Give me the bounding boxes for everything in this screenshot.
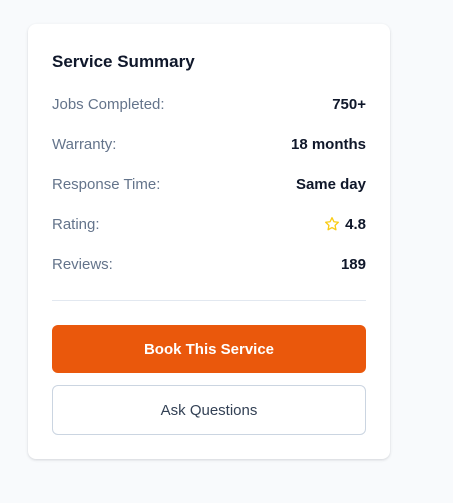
- row-value: 18 months: [291, 136, 366, 153]
- summary-row-rating: Rating: 4.8: [52, 204, 366, 244]
- jobs-completed-value: 750+: [332, 95, 366, 113]
- card-title: Service Summary: [52, 52, 195, 71]
- ask-questions-button[interactable]: Ask Questions: [52, 385, 366, 435]
- summary-row-reviews: Reviews: 189: [52, 244, 366, 284]
- rating-value: 4.8: [345, 215, 366, 233]
- summary-row-response-time: Response Time: Same day: [52, 164, 366, 204]
- row-value: 189: [341, 256, 366, 273]
- warranty-value: 18 months: [290, 135, 366, 153]
- row-label: Warranty:: [52, 135, 117, 153]
- row-label: Response Time:: [52, 175, 161, 193]
- reviews-value: 189: [340, 255, 366, 273]
- row-label: Rating:: [52, 215, 100, 233]
- summary-list: Jobs Completed: 750+ Warranty: 18 months…: [52, 84, 366, 284]
- divider: [52, 300, 366, 301]
- row-value: 750+: [332, 96, 366, 113]
- row-value: 4.8: [324, 216, 366, 233]
- summary-row-warranty: Warranty: 18 months: [52, 124, 366, 164]
- response-time-value: Same day: [295, 175, 366, 193]
- summary-row-jobs-completed: Jobs Completed: 750+: [52, 84, 366, 124]
- row-label: Reviews:: [52, 255, 113, 273]
- row-label: Jobs Completed:: [52, 95, 165, 113]
- star-outline-icon: [324, 216, 340, 232]
- service-summary-card: Service Summary Jobs Completed: 750+ War…: [28, 24, 390, 459]
- row-value: Same day: [296, 176, 366, 193]
- book-service-button[interactable]: Book This Service: [52, 325, 366, 373]
